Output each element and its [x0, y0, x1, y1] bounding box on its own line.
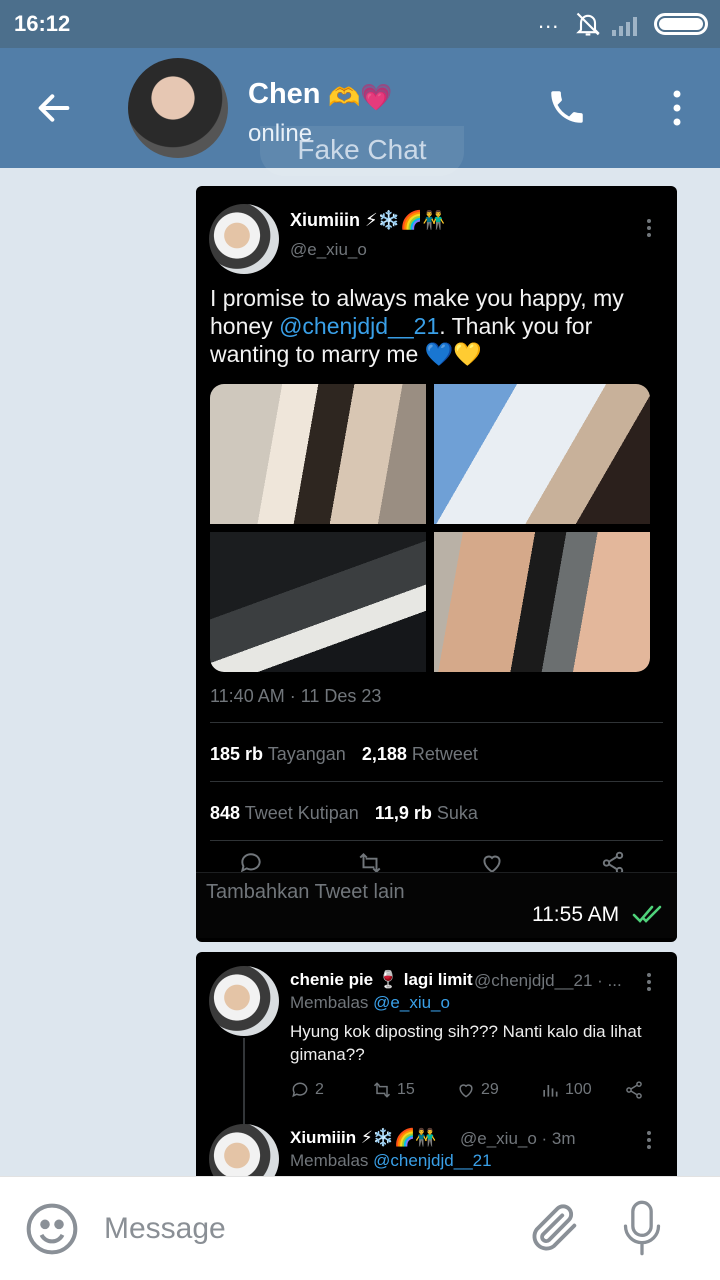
tweet-photo-2 [434, 384, 650, 524]
reply-text: Hyung kok diposting sih??? Nanti kalo di… [290, 1022, 642, 1064]
phone-icon[interactable] [546, 86, 588, 128]
tweet-stats-row-1: 185 rb Tayangan 2,188 Retweet [210, 744, 478, 765]
reply2-author-avatar [209, 1124, 279, 1182]
heart-icon [483, 855, 501, 872]
microphone-icon[interactable] [620, 1197, 664, 1259]
message-bubble-reply-screenshot[interactable]: chenie pie 🍷 lagi limit @chenjdjd__21 · … [196, 952, 677, 1182]
likes-label: Suka [436, 803, 478, 823]
tweet-photo-4 [434, 532, 650, 672]
tweet-timestamp: 11:40 AM · 11 Des 23 [210, 686, 382, 706]
emoji-icon[interactable] [24, 1201, 80, 1257]
reply-actions-row: 2 15 29 100 [290, 1080, 650, 1102]
tweet-stats-row-2: 848 Tweet Kutipan 11,9 rb Suka [210, 803, 478, 824]
more-options-icon [647, 1131, 651, 1149]
reply-icon [240, 853, 261, 872]
reply2-author-handle: @e_xiu_o · 3m [460, 1129, 576, 1148]
divider [210, 840, 663, 841]
reply2-author-name: Xiumiiin ⚡❄️🌈👬 [290, 1128, 437, 1147]
fake-chat-watermark: Fake Chat [260, 126, 464, 176]
reply-count-item: 2 [290, 1080, 324, 1100]
back-arrow-icon[interactable] [34, 88, 74, 128]
share-item [624, 1080, 644, 1100]
views-count-item: 100 [540, 1080, 592, 1100]
share-icon [602, 851, 624, 872]
message-time: 11:55 AM [532, 903, 620, 926]
contact-name-emojis: 🫶💗 [328, 82, 393, 112]
read-checks-icon [632, 905, 662, 923]
quotes-count: 848 [210, 803, 241, 823]
tweet-text: I promise to always make you happy, my h… [210, 285, 624, 367]
add-tweet-bar: Tambahkan Tweet lain 11:55 AM [196, 872, 677, 938]
tweet-author-handle: @e_xiu_o [290, 240, 367, 259]
retweet-count-item: 15 [372, 1080, 415, 1100]
tweet-actions-row [210, 850, 663, 872]
tweet-photo-grid [210, 384, 650, 672]
status-bar: 16:12 ... [0, 0, 720, 48]
message-composer [0, 1176, 720, 1280]
reply-author-name: chenie pie 🍷 lagi limit [290, 970, 473, 989]
tweet-author-name: Xiumiiin ⚡❄️🌈👬 [290, 210, 445, 230]
signal-icon [612, 17, 637, 36]
tweet-photo-1 [210, 384, 426, 524]
paperclip-icon[interactable] [526, 1197, 584, 1259]
contact-name[interactable]: Chen [248, 78, 321, 111]
reply2-replying-to: Membalas @chenjdjd__21 [290, 1151, 492, 1170]
more-options-icon [647, 219, 651, 237]
divider [210, 722, 663, 723]
battery-icon [654, 13, 708, 35]
more-options-icon [647, 973, 651, 991]
contact-avatar[interactable] [128, 58, 228, 158]
tweet-photo-3 [210, 532, 426, 672]
retweet-icon [359, 852, 381, 872]
share-icon [626, 1081, 642, 1099]
bell-off-icon [576, 12, 600, 36]
more-notifications-icon: ... [538, 8, 560, 33]
replying-to: Membalas @e_xiu_o [290, 993, 450, 1012]
tweet-mention: @chenjdjd__21 [279, 313, 440, 339]
message-bubble-tweet-screenshot[interactable]: Xiumiiin ⚡❄️🌈👬 @e_xiu_o I promise to alw… [196, 186, 677, 942]
status-time: 16:12 [14, 11, 71, 36]
retweets-label: Retweet [411, 744, 478, 764]
bar-chart-icon [543, 1085, 558, 1097]
reply-author-avatar [209, 966, 279, 1036]
views-label: Tayangan [267, 744, 346, 764]
tweet-author-avatar [209, 204, 279, 274]
add-tweet-label: Tambahkan Tweet lain [206, 881, 405, 903]
heart-icon [459, 1084, 473, 1098]
retweets-count: 2,188 [361, 744, 407, 764]
message-input[interactable] [104, 1209, 504, 1249]
views-count: 185 rb [210, 744, 264, 764]
more-vert-icon[interactable] [670, 88, 684, 128]
divider [210, 781, 663, 782]
reply-author-handle: @chenjdjd__21 · ... [474, 971, 622, 990]
retweet-icon [373, 1082, 391, 1098]
reply-icon [292, 1082, 308, 1098]
likes-count: 11,9 rb [374, 803, 432, 823]
quotes-label: Tweet Kutipan [244, 803, 359, 823]
like-count-item: 29 [456, 1080, 499, 1100]
